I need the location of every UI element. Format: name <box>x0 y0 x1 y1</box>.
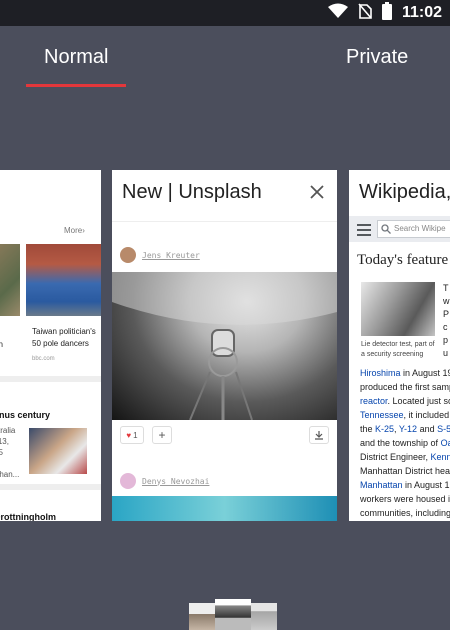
article-link[interactable]: Y-12 <box>399 424 417 434</box>
article-line: produced the first samp <box>360 382 450 392</box>
news-headline-century[interactable]: anus century <box>0 410 50 420</box>
article-line: Manhattan District head <box>360 466 450 476</box>
no-signal-icon <box>358 2 372 24</box>
tab-thumbnail-active[interactable] <box>215 599 251 630</box>
download-button[interactable] <box>309 426 329 444</box>
news-fragment-on: on <box>0 340 3 349</box>
article-line: reactor. Located just so <box>360 396 450 406</box>
ocean-photo[interactable] <box>112 496 337 521</box>
news-headline-drottningholm[interactable]: Drottningholm <box>0 512 56 521</box>
tab-card-unsplash[interactable]: New | Unsplash Jens Kreuter ♥ 1 + Denys … <box>112 170 337 521</box>
article-fragment: u <box>443 348 449 358</box>
article-link[interactable]: Manhattan <box>360 480 403 490</box>
featured-photo[interactable] <box>361 282 435 336</box>
divider <box>0 484 101 490</box>
tab-card-wikipedia[interactable]: Wikipedia, Search Wikipe Today's feature… <box>349 170 450 521</box>
card-header: Wikipedia, <box>349 170 450 216</box>
article-link[interactable]: Tennessee <box>360 410 404 420</box>
article-line: workers were housed in <box>360 494 450 504</box>
close-icon[interactable] <box>307 182 327 202</box>
article-line: Hiroshima in August 19 <box>360 368 450 378</box>
news-line: 113, <box>0 437 9 446</box>
search-icon <box>381 224 391 236</box>
photographer-row[interactable]: Denys Nevozhai <box>120 473 209 489</box>
tab-title: Wikipedia, <box>359 181 450 203</box>
article-link[interactable]: Kenne <box>431 452 450 462</box>
tab-card-news[interactable]: More› r- on Taiwan politician's 50 pole … <box>0 170 101 521</box>
like-count: 1 <box>133 430 138 440</box>
plus-icon: + <box>158 428 166 442</box>
article-line: Tennessee, it included t <box>360 410 450 420</box>
add-to-collection-button[interactable]: + <box>152 426 172 444</box>
tab-normal[interactable]: Normal <box>44 46 108 69</box>
card-header: New | Unsplash <box>112 170 337 216</box>
article-line: and the township of Oa <box>360 437 450 449</box>
article-fragment: w <box>443 296 450 306</box>
divider <box>0 376 101 382</box>
news-line: 95 <box>0 448 3 457</box>
article-link[interactable]: reactor <box>360 396 388 406</box>
tab-private[interactable]: Private <box>346 46 408 69</box>
article-fragment: T <box>443 283 449 293</box>
news-headline-2[interactable]: 50 pole dancers <box>32 338 89 349</box>
heart-icon: ♥ <box>126 430 132 440</box>
wiki-search-placeholder: Search Wikipe <box>394 224 446 233</box>
tab-thumbnail[interactable] <box>189 603 215 630</box>
news-source: bbc.com <box>32 356 55 362</box>
cricket-photo <box>29 428 87 474</box>
article-link-fragment[interactable]: P <box>443 308 449 321</box>
tab-title: New | Unsplash <box>122 181 262 203</box>
more-link[interactable]: More› <box>64 226 85 235</box>
news-line: Khan... <box>0 470 20 479</box>
article-link[interactable]: S-50 <box>437 424 450 434</box>
microphone-photo[interactable] <box>112 272 337 420</box>
battery-icon <box>381 1 392 25</box>
status-icons: 11:02 <box>327 0 442 26</box>
wiki-header: Search Wikipe <box>349 216 450 242</box>
photo-caption: Lie detector test, part of <box>361 341 435 348</box>
like-button[interactable]: ♥ 1 <box>120 426 144 444</box>
photo-actions: ♥ 1 + <box>112 424 337 452</box>
status-bar: 11:02 <box>0 0 450 26</box>
avatar <box>120 247 136 263</box>
article-line: Manhattan in August 19 <box>360 480 450 490</box>
article-line: communities, including <box>360 508 450 518</box>
photographer-name[interactable]: Jens Kreuter <box>142 251 200 260</box>
tab-thumbnail-strip[interactable] <box>189 599 277 630</box>
article-link[interactable]: K-25 <box>375 424 394 434</box>
wifi-icon <box>327 3 348 24</box>
featured-heading: Today's feature <box>357 252 449 268</box>
article-link[interactable]: Oa <box>441 438 450 448</box>
active-tab-indicator <box>26 84 126 87</box>
article-line: the K-25, Y-12 and S-50 <box>360 423 450 435</box>
tab-thumbnail[interactable] <box>251 603 277 630</box>
photographer-name[interactable]: Denys Nevozhai <box>142 477 209 486</box>
article-link[interactable]: Hiroshima <box>360 368 401 378</box>
news-image-taiwan <box>26 244 101 316</box>
clock: 11:02 <box>401 4 442 21</box>
tab-mode-bar: Normal Private <box>0 26 450 92</box>
news-line: stralia <box>0 426 16 435</box>
news-headline-1[interactable]: Taiwan politician's <box>32 326 96 337</box>
article-fragment: c <box>443 322 448 332</box>
photographer-row[interactable]: Jens Kreuter <box>120 247 200 263</box>
wiki-search-input[interactable]: Search Wikipe <box>377 220 450 238</box>
article-line: District Engineer, Kenne <box>360 451 450 463</box>
download-icon <box>315 431 323 440</box>
menu-icon[interactable] <box>357 223 371 241</box>
previous-post-actions <box>112 216 337 222</box>
avatar <box>120 473 136 489</box>
article-fragment: p <box>443 335 449 345</box>
photo-caption: a security screening <box>361 351 424 358</box>
news-image-map <box>0 244 20 316</box>
